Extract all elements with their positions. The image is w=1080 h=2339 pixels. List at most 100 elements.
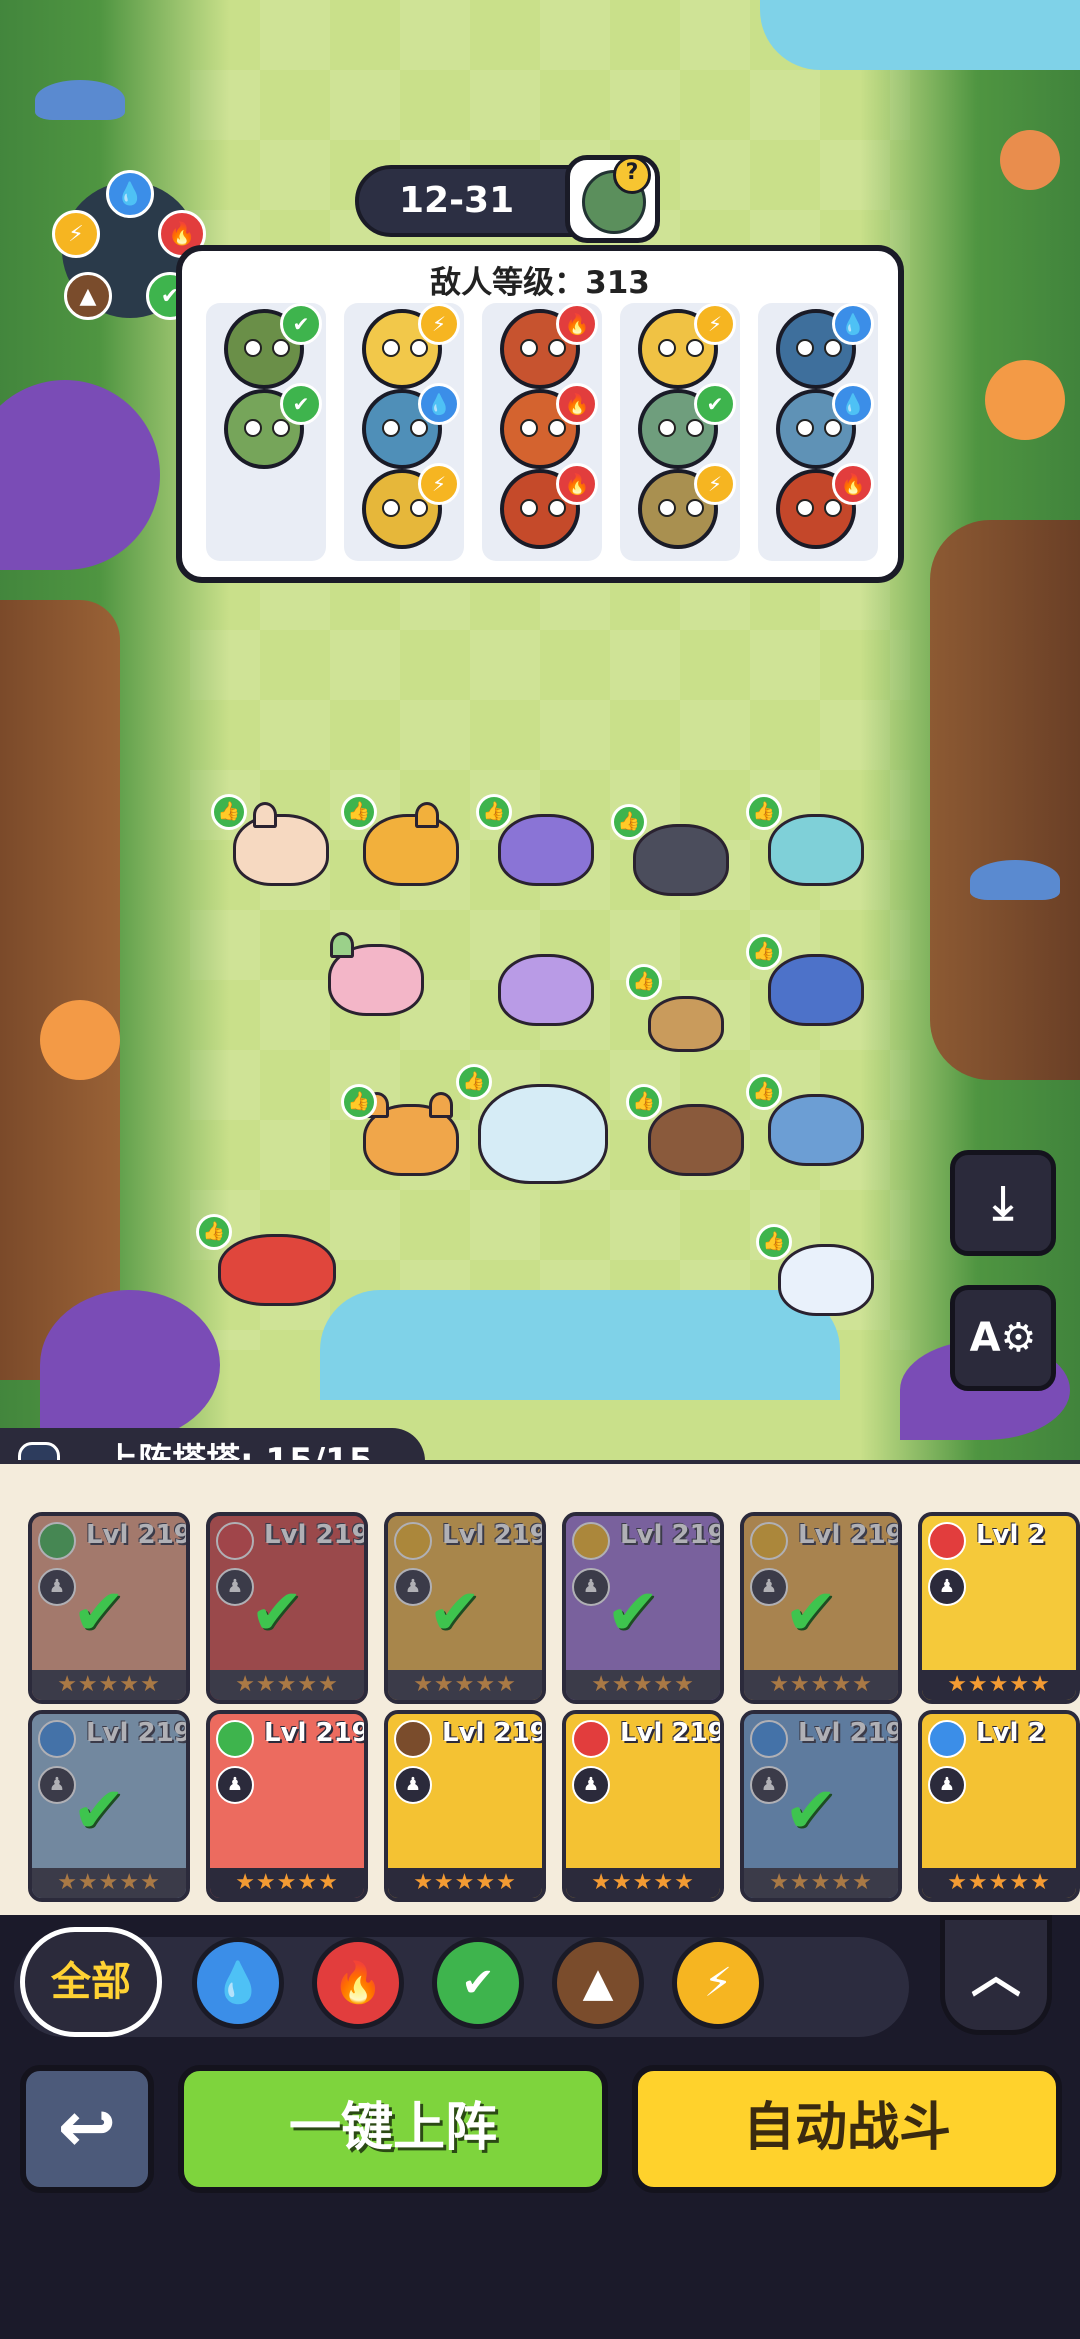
enemy-eye — [658, 339, 676, 357]
green-element-badge-icon: ✔ — [280, 303, 322, 345]
enemy-eye — [272, 419, 290, 437]
pet-card[interactable]: ♟ Lvl 2 ★★★★★ — [918, 1710, 1080, 1902]
pet-body — [768, 814, 864, 886]
pet-body — [768, 1094, 864, 1166]
ally-pet[interactable]: 👍 — [456, 1064, 610, 1190]
ally-pet[interactable]: 👍 — [196, 1214, 340, 1310]
ally-pet[interactable]: 👍 — [476, 794, 600, 890]
enemy-eye — [520, 419, 538, 437]
enemy-eye — [824, 419, 842, 437]
pet-card[interactable]: ♟ Lvl 219 ★★★★★ — [206, 1710, 368, 1902]
element-filter-bar: 全部 💧 🔥 ✔ ▲ ⚡ ︿ — [0, 1915, 1080, 2065]
ally-pet[interactable]: 👍 — [341, 1084, 465, 1180]
pet-level-label: Lvl 219 — [620, 1718, 724, 1748]
enemy-panel: 敌人等级：313 ✔ ✔ ⚡ 💧 ⚡ 🔥 🔥 🔥 ⚡ ✔ ⚡ 💧 💧 🔥 — [176, 245, 904, 583]
flower-decoration — [985, 360, 1065, 440]
enemy-eye — [410, 499, 428, 517]
enemy-eye — [686, 499, 704, 517]
ally-pet[interactable]: 👍 — [611, 804, 745, 900]
pet-card[interactable]: ♟ Lvl 219 ★★★★★ — [562, 1710, 724, 1902]
checkmark-icon: ✔ — [606, 1576, 660, 1650]
filter-water-button[interactable]: 💧 — [192, 1937, 284, 2029]
auto-battle-button[interactable]: 自动战斗 — [632, 2065, 1062, 2193]
blue-element-badge-icon: 💧 — [832, 383, 874, 425]
ally-pet[interactable]: 👍 — [211, 794, 335, 890]
tree-trunk-right — [930, 520, 1080, 1080]
pet-level-label: Lvl 2 — [976, 1718, 1046, 1748]
water-element-icon: 💧 — [106, 170, 154, 218]
pet-body — [478, 1084, 608, 1184]
filter-all-button[interactable]: 全部 — [20, 1927, 162, 2037]
pet-card[interactable]: ♟ Lvl 219 ★★★★★ ✔ — [206, 1512, 368, 1704]
ally-pet[interactable]: 👍 — [626, 964, 730, 1060]
enemy-eye — [796, 339, 814, 357]
pet-body — [218, 1234, 336, 1306]
ally-pet[interactable] — [490, 940, 600, 1030]
enemy-column: 🔥 🔥 🔥 — [482, 303, 602, 561]
class-icon: ♟ — [394, 1766, 432, 1804]
stage-label: 12-31 — [399, 180, 515, 221]
enemy-eye — [658, 419, 676, 437]
ally-pet[interactable]: 👍 — [341, 794, 465, 890]
class-icon: ♟ — [928, 1568, 966, 1606]
pet-card[interactable]: ♟ Lvl 219 ★★★★★ ✔ — [562, 1512, 724, 1704]
pet-ear — [429, 1092, 453, 1118]
filter-thunder-button[interactable]: ⚡ — [672, 1937, 764, 2029]
pet-card[interactable]: ♟ Lvl 219 ★★★★★ ✔ — [740, 1512, 902, 1704]
ally-pet[interactable]: 👍 — [746, 1074, 870, 1170]
green-element-badge-icon: ✔ — [280, 383, 322, 425]
pet-body — [498, 814, 594, 886]
ally-pet[interactable] — [320, 930, 430, 1020]
deploy-all-button[interactable]: 一键上阵 — [178, 2065, 608, 2193]
ally-pet[interactable]: 👍 — [756, 1224, 880, 1320]
red-element-badge-icon: 🔥 — [556, 383, 598, 425]
filter-fire-button[interactable]: 🔥 — [312, 1937, 404, 2029]
flower-decoration — [40, 1000, 120, 1080]
enemy-eye — [796, 419, 814, 437]
pet-ear — [253, 802, 277, 828]
ally-pet[interactable]: 👍 — [746, 934, 870, 1030]
red-element-badge-icon: 🔥 — [556, 463, 598, 505]
thumbs-up-icon: 👍 — [626, 1084, 662, 1120]
yellow-element-badge-icon: ⚡ — [694, 303, 736, 345]
star-rating: ★★★★★ — [922, 1670, 1076, 1700]
enemy-eye — [382, 419, 400, 437]
collapse-button[interactable]: ︿ — [940, 1915, 1052, 2035]
star-rating: ★★★★★ — [922, 1868, 1076, 1898]
enemy-eye — [410, 339, 428, 357]
checkmark-icon: ✔ — [428, 1576, 482, 1650]
filter-leaf-button[interactable]: ✔ — [432, 1937, 524, 2029]
pet-ear — [330, 932, 354, 958]
checkmark-icon: ✔ — [784, 1576, 838, 1650]
pet-card[interactable]: ♟ Lvl 219 ★★★★★ ✔ — [28, 1512, 190, 1704]
pet-card[interactable]: ♟ Lvl 219 ★★★★★ ✔ — [740, 1710, 902, 1902]
ally-pet[interactable]: 👍 — [746, 794, 870, 890]
save-formation-button[interactable]: ⤓ — [950, 1150, 1056, 1256]
pet-body — [233, 814, 329, 886]
pet-card[interactable]: ♟ Lvl 2 ★★★★★ — [918, 1512, 1080, 1704]
class-icon: ♟ — [572, 1766, 610, 1804]
water-decoration-top — [760, 0, 1080, 70]
enemy-eye — [382, 339, 400, 357]
red-element-badge-icon: 🔥 — [556, 303, 598, 345]
thumbs-up-icon: 👍 — [476, 794, 512, 830]
green-element-icon — [216, 1720, 254, 1758]
filter-earth-button[interactable]: ▲ — [552, 1937, 644, 2029]
purple-leaf-decoration — [40, 1290, 220, 1440]
earth-element-icon: ▲ — [64, 272, 112, 320]
earth-icon: ▲ — [582, 1960, 614, 2006]
enemy-info-button[interactable]: ? — [565, 155, 660, 243]
enemy-eye — [520, 499, 538, 517]
pet-card[interactable]: ♟ Lvl 219 ★★★★★ ✔ — [384, 1512, 546, 1704]
auto-settings-button[interactable]: A⚙ — [950, 1285, 1056, 1391]
ally-pet[interactable]: 👍 — [626, 1084, 750, 1180]
pet-roster[interactable]: ♟ Lvl 219 ★★★★★ ✔ ♟ Lvl 219 ★★★★★ ✔ ♟ Lvl 219 ★★★★… — [0, 1460, 1080, 1919]
battlefield: 💧 🔥 ✔ ▲ ⚡ 12-31 ? 敌人等级：313 ✔ ✔ ⚡ 💧 ⚡ 🔥 🔥 🔥 ⚡ ✔ ⚡ 💧 💧… — [0, 0, 1080, 1460]
pet-card[interactable]: ♟ Lvl 219 ★★★★★ ✔ — [28, 1710, 190, 1902]
class-icon: ♟ — [928, 1766, 966, 1804]
green-element-badge-icon: ✔ — [694, 383, 736, 425]
back-button[interactable]: ↩ — [20, 2065, 154, 2193]
pet-card[interactable]: ♟ Lvl 219 ★★★★★ — [384, 1710, 546, 1902]
enemy-eye — [548, 339, 566, 357]
thumbs-up-icon: 👍 — [341, 1084, 377, 1120]
